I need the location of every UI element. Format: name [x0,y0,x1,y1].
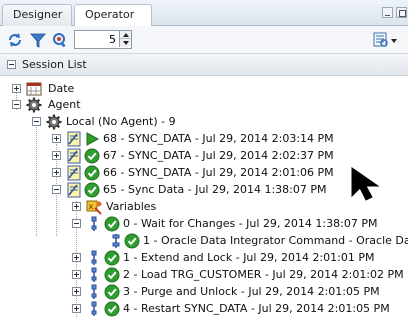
collapse-icon[interactable] [12,100,21,109]
gear-icon [46,114,62,130]
tree-label: Agent [48,98,81,111]
tree-node-variables[interactable]: x Variables [0,198,408,215]
expand-icon[interactable] [52,134,61,143]
success-check-icon [124,233,140,249]
success-check-icon [84,165,100,181]
expand-icon[interactable] [72,253,81,262]
minimize-button[interactable] [382,7,393,18]
tree-label: 4 - Restart SYNC_DATA - Jul 29, 2014 2:0… [123,302,390,315]
tree-label: 0 - Wait for Changes - Jul 29, 2014 1:38… [123,217,378,230]
toolbar [0,26,408,54]
tree-label: 66 - SYNC_DATA - Jul 29, 2014 2:01:06 PM [103,166,334,179]
collapse-icon[interactable] [32,117,41,126]
running-icon [86,132,100,146]
tab-operator-label: Operator [85,8,135,21]
tree-label: Local (No Agent) - 9 [66,115,176,128]
gear-icon [26,97,42,113]
session-list-title: Session List [22,58,87,71]
tab-designer-label: Designer [13,8,63,21]
filter-icon[interactable] [29,31,47,49]
expand-icon[interactable] [52,151,61,160]
spin-up-button[interactable] [119,31,131,39]
collapse-icon[interactable] [52,185,61,194]
success-check-icon [84,182,100,198]
search-sessions-icon[interactable] [51,31,69,49]
tree-label: 67 - SYNC_DATA - Jul 29, 2014 2:02:37 PM [103,149,334,162]
spin-down-button[interactable] [119,39,131,47]
tree-node-step[interactable]: 1 - Extend and Lock - Jul 29, 2014 2:01:… [0,249,408,266]
session-icon [67,182,81,198]
calendar-icon [26,82,42,96]
tree-node-step[interactable]: 2 - Load TRG_CUSTOMER - Jul 29, 2014 2:0… [0,266,408,283]
step-icon [91,301,97,316]
step-icon [91,267,97,282]
step-icon [91,284,97,299]
success-check-icon [84,148,100,164]
expand-icon[interactable] [72,304,81,313]
tab-operator[interactable]: Operator ✕ [74,4,152,41]
mouse-cursor-icon [351,167,380,201]
tree-node-step[interactable]: 4 - Restart SYNC_DATA - Jul 29, 2014 2:0… [0,300,408,317]
svg-text:x: x [89,202,94,211]
task-icon [112,234,120,248]
tree-node-agent[interactable]: Agent [0,96,408,113]
step-icon [91,216,97,231]
expand-icon[interactable] [72,287,81,296]
session-icon [67,165,81,181]
tree-node-session[interactable]: 66 - SYNC_DATA - Jul 29, 2014 2:01:06 PM [0,164,408,181]
tree-node-local-agent[interactable]: Local (No Agent) - 9 [0,113,408,130]
collapse-icon[interactable] [7,60,16,69]
variables-icon: x [86,200,102,215]
tree-label: 1 - Extend and Lock - Jul 29, 2014 2:01:… [123,251,375,264]
refresh-icon[interactable] [6,31,24,49]
expand-icon[interactable] [52,168,61,177]
tree-label: 68 - SYNC_DATA - Jul 29, 2014 2:03:14 PM [103,132,334,145]
tree-label: 3 - Purge and Unlock - Jul 29, 2014 2:01… [123,285,380,298]
session-list-header[interactable]: Session List [0,54,408,76]
session-count-input[interactable] [75,31,119,48]
tree-label: 65 - Sync Data - Jul 29, 2014 1:38:07 PM [103,183,327,196]
success-check-icon [104,301,120,317]
tab-bar: Designer Operator ✕ [0,0,408,41]
tree-node-step[interactable]: 3 - Purge and Unlock - Jul 29, 2014 2:01… [0,283,408,300]
step-icon [91,250,97,265]
tree-label: 2 - Load TRG_CUSTOMER - Jul 29, 2014 2:0… [123,268,404,281]
session-icon [67,131,81,147]
tree-node-date[interactable]: Date [0,80,408,97]
session-count-stepper[interactable] [74,30,132,49]
success-check-icon [104,284,120,300]
session-icon [67,148,81,164]
collapse-icon[interactable] [72,219,81,228]
tree-node-session[interactable]: 68 - SYNC_DATA - Jul 29, 2014 2:03:14 PM [0,130,408,147]
tree-label: Date [48,82,75,95]
success-check-icon [104,250,120,266]
session-tree: Date Agent Local (No Agent) - 9 68 - SYN… [0,76,408,318]
tree-label: 1 - Oracle Data Integrator Command - Ora… [143,234,408,247]
tree-node-task[interactable]: 1 - Oracle Data Integrator Command - Ora… [0,232,408,249]
success-check-icon [104,216,120,232]
expand-icon[interactable] [72,270,81,279]
tree-node-session[interactable]: 65 - Sync Data - Jul 29, 2014 1:38:07 PM [0,181,408,198]
tree-label: Variables [106,200,157,213]
view-menu-icon[interactable] [372,31,400,49]
maximize-button[interactable] [396,7,407,18]
expand-icon[interactable] [72,202,81,211]
tab-designer[interactable]: Designer [2,4,72,26]
tree-node-session[interactable]: 67 - SYNC_DATA - Jul 29, 2014 2:02:37 PM [0,147,408,164]
tree-node-step[interactable]: 0 - Wait for Changes - Jul 29, 2014 1:38… [0,215,408,232]
success-check-icon [104,267,120,283]
expand-icon[interactable] [12,84,21,93]
